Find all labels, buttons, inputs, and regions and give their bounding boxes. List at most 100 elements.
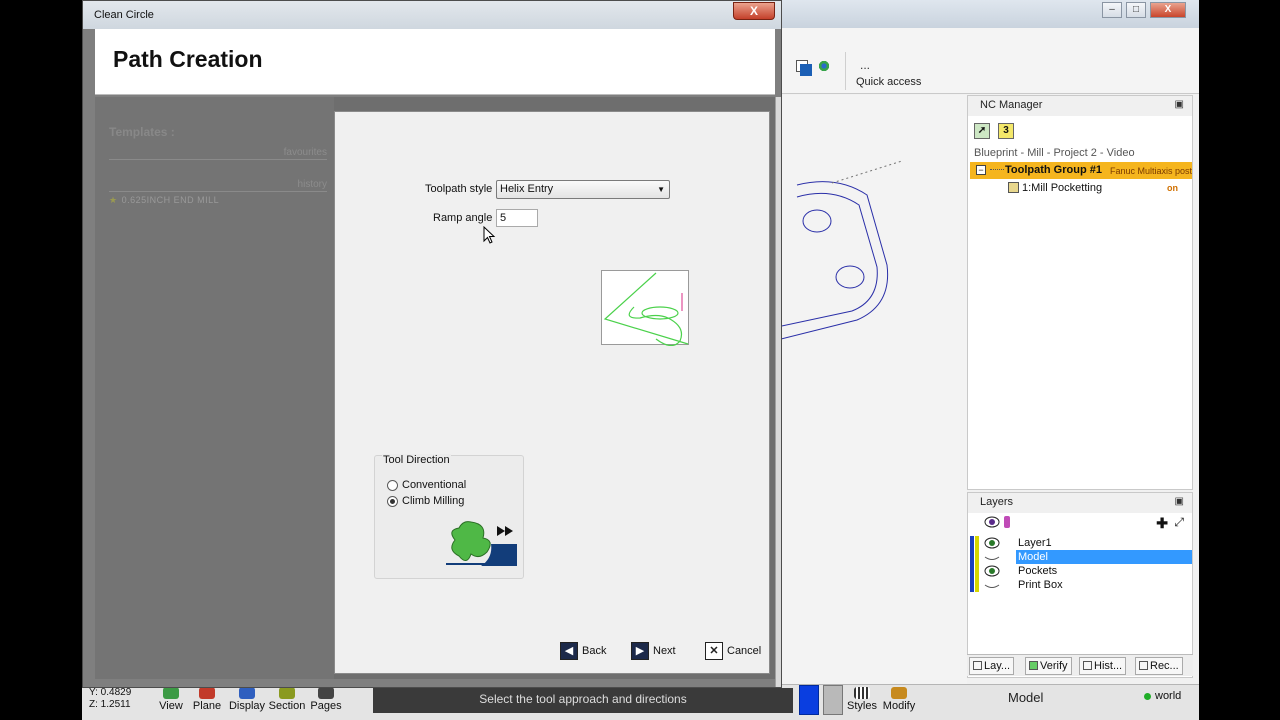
prompt-bar: Select the tool approach and directions bbox=[373, 688, 793, 713]
coordinate-y: Y: 0.4829 bbox=[89, 687, 132, 698]
nc-manager-title: NC Manager bbox=[968, 96, 1192, 116]
operation-row[interactable]: 1:Mill Pocketting on bbox=[1008, 181, 1188, 197]
modify-button[interactable]: Modify bbox=[876, 687, 922, 717]
eye-closed-icon[interactable] bbox=[984, 551, 1000, 563]
quick-access-icon[interactable]: ... bbox=[860, 58, 870, 72]
dialog-body: Templates : favourites history ★ 0.625INC… bbox=[95, 97, 775, 679]
graphics-viewport[interactable] bbox=[776, 95, 967, 685]
wand-icon[interactable]: ➚ bbox=[974, 123, 990, 139]
quick-access-label[interactable]: Quick access bbox=[856, 76, 921, 88]
layer-name: Layer1 bbox=[1018, 537, 1052, 549]
tree-connector bbox=[990, 169, 1004, 170]
layers-title: Layers bbox=[968, 493, 1192, 513]
layer-highlight-swatch[interactable] bbox=[975, 578, 979, 592]
eye-closed-icon[interactable] bbox=[984, 579, 1000, 591]
world-label[interactable]: world bbox=[1155, 690, 1181, 702]
app-minimize-button[interactable]: – bbox=[1102, 2, 1122, 18]
collapse-icon[interactable]: − bbox=[976, 165, 986, 175]
layer-highlight-swatch[interactable] bbox=[975, 536, 979, 550]
conventional-label: Conventional bbox=[402, 479, 467, 491]
nc-manager-panel: NC Manager ▣ ➚ 3 Blueprint - Mill - Proj… bbox=[967, 95, 1193, 490]
helix-preview bbox=[601, 270, 689, 347]
arrow-left-icon: ◀ bbox=[560, 642, 578, 660]
layer-name: Print Box bbox=[1018, 579, 1063, 591]
pin-icon[interactable]: ▣ bbox=[1175, 99, 1184, 110]
eye-icon[interactable] bbox=[984, 565, 1000, 577]
eye-icon bbox=[984, 516, 1000, 528]
color-swatch-blue[interactable] bbox=[799, 685, 819, 715]
chevron-down-icon: ▼ bbox=[657, 185, 665, 194]
ramp-angle-label: Ramp angle : bbox=[433, 212, 499, 224]
climb-milling-label: Climb Milling bbox=[402, 495, 465, 507]
operation-status: on bbox=[1167, 183, 1178, 193]
dialog-titlebar: Clean Circle X bbox=[83, 1, 781, 29]
part-geometry bbox=[776, 160, 903, 341]
dialog-close-button[interactable]: X bbox=[733, 2, 775, 20]
nc-project-name: Blueprint - Mill - Project 2 - Video bbox=[974, 147, 1135, 159]
pen-icon bbox=[1004, 516, 1010, 528]
panel-tabs: Lay... Verify Hist... Rec... bbox=[967, 654, 1193, 676]
page-title: Path Creation bbox=[113, 46, 263, 72]
favourites-section: favourites bbox=[109, 147, 327, 160]
ribbon-separator bbox=[845, 52, 846, 90]
world-indicator-icon bbox=[1144, 693, 1151, 700]
tab-recent[interactable]: Rec... bbox=[1135, 657, 1183, 675]
templates-title: Templates : bbox=[109, 125, 175, 139]
layer-row[interactable]: Pockets bbox=[970, 564, 1190, 578]
star-icon: ★ bbox=[109, 195, 118, 205]
screen: – □ X – ❐ ✕ ... Quick access NC Manager … bbox=[82, 0, 1199, 720]
tool-direction-label: Tool Direction bbox=[382, 454, 451, 466]
arrow-right-icon: ▶ bbox=[631, 642, 649, 660]
history-section: history bbox=[109, 179, 327, 192]
operation-label: 1:Mill Pocketting bbox=[1022, 182, 1103, 194]
templates-pane: Templates : favourites history ★ 0.625INC… bbox=[95, 97, 334, 679]
pin-icon[interactable]: ▣ bbox=[1175, 496, 1184, 507]
mode-label: Model bbox=[1008, 690, 1044, 705]
add-layer-icon[interactable]: ✚ bbox=[1156, 515, 1168, 532]
nc-count-icon[interactable]: 3 bbox=[998, 123, 1014, 139]
dialog-header: Path Creation bbox=[95, 29, 775, 95]
tool-direction-group: Tool Direction Conventional Climb Millin… bbox=[374, 454, 524, 579]
operation-icon bbox=[1008, 182, 1019, 193]
cancel-x-icon: ✕ bbox=[705, 642, 723, 660]
nc-toolbar: ➚ 3 bbox=[974, 123, 1022, 141]
pages-button[interactable]: Pages bbox=[303, 687, 349, 717]
coordinate-z: Z: 1.2511 bbox=[89, 699, 131, 710]
layer-color-swatch[interactable] bbox=[970, 564, 974, 578]
tab-verify[interactable]: Verify bbox=[1025, 657, 1072, 675]
clean-circle-dialog: Clean Circle X Path Creation Templates :… bbox=[82, 0, 782, 688]
toolpath-style-label: Toolpath style : bbox=[425, 183, 499, 195]
radio-conventional[interactable] bbox=[387, 480, 398, 491]
mouse-cursor-icon bbox=[483, 226, 496, 244]
expand-icon[interactable]: ⤢ bbox=[1174, 515, 1184, 530]
helix-entry-diagram bbox=[603, 272, 689, 347]
layer-row[interactable]: Print Box bbox=[970, 578, 1190, 592]
layer-highlight-swatch[interactable] bbox=[975, 550, 979, 564]
layer-color-swatch[interactable] bbox=[970, 536, 974, 550]
dialog-title: Clean Circle bbox=[94, 9, 154, 21]
toolpath-style-select[interactable]: Helix Entry ▼ bbox=[496, 180, 670, 199]
eye-icon[interactable] bbox=[984, 537, 1000, 549]
layer-name: Model bbox=[1016, 550, 1192, 564]
tab-layers[interactable]: Lay... bbox=[969, 657, 1015, 675]
layer-name: Pockets bbox=[1018, 565, 1058, 577]
radio-climb-milling[interactable] bbox=[387, 496, 398, 507]
app-maximize-button[interactable]: □ bbox=[1126, 2, 1146, 18]
network-icon[interactable] bbox=[818, 60, 830, 72]
layer-row[interactable]: Model bbox=[970, 550, 1192, 564]
climb-milling-icon bbox=[446, 521, 517, 566]
layer-row[interactable]: Layer1 bbox=[970, 536, 1190, 550]
layers-toolbar: ✚ ⤢ bbox=[968, 515, 1192, 533]
toolpath-group-row[interactable]: − Toolpath Group #1 Fanuc Multiaxis post bbox=[970, 162, 1192, 179]
template-item[interactable]: ★ 0.625INCH END MILL bbox=[109, 195, 219, 206]
layers-panel: Layers ▣ ✚ ⤢ Layer1 Model Pockets Print Box bbox=[967, 492, 1193, 678]
layer-highlight-swatch[interactable] bbox=[975, 564, 979, 578]
layer-color-swatch[interactable] bbox=[970, 550, 974, 564]
ramp-angle-input[interactable]: 5 bbox=[496, 209, 538, 227]
dialog-scroll-edge[interactable] bbox=[775, 97, 781, 687]
app-close-button[interactable]: X bbox=[1150, 2, 1186, 18]
tab-history[interactable]: Hist... bbox=[1079, 657, 1127, 675]
layer-color-swatch[interactable] bbox=[970, 578, 974, 592]
post-processor-label: Fanuc Multiaxis post bbox=[1110, 166, 1192, 176]
options-pane: Toolpath style : Helix Entry ▼ Ramp angl… bbox=[334, 111, 770, 674]
